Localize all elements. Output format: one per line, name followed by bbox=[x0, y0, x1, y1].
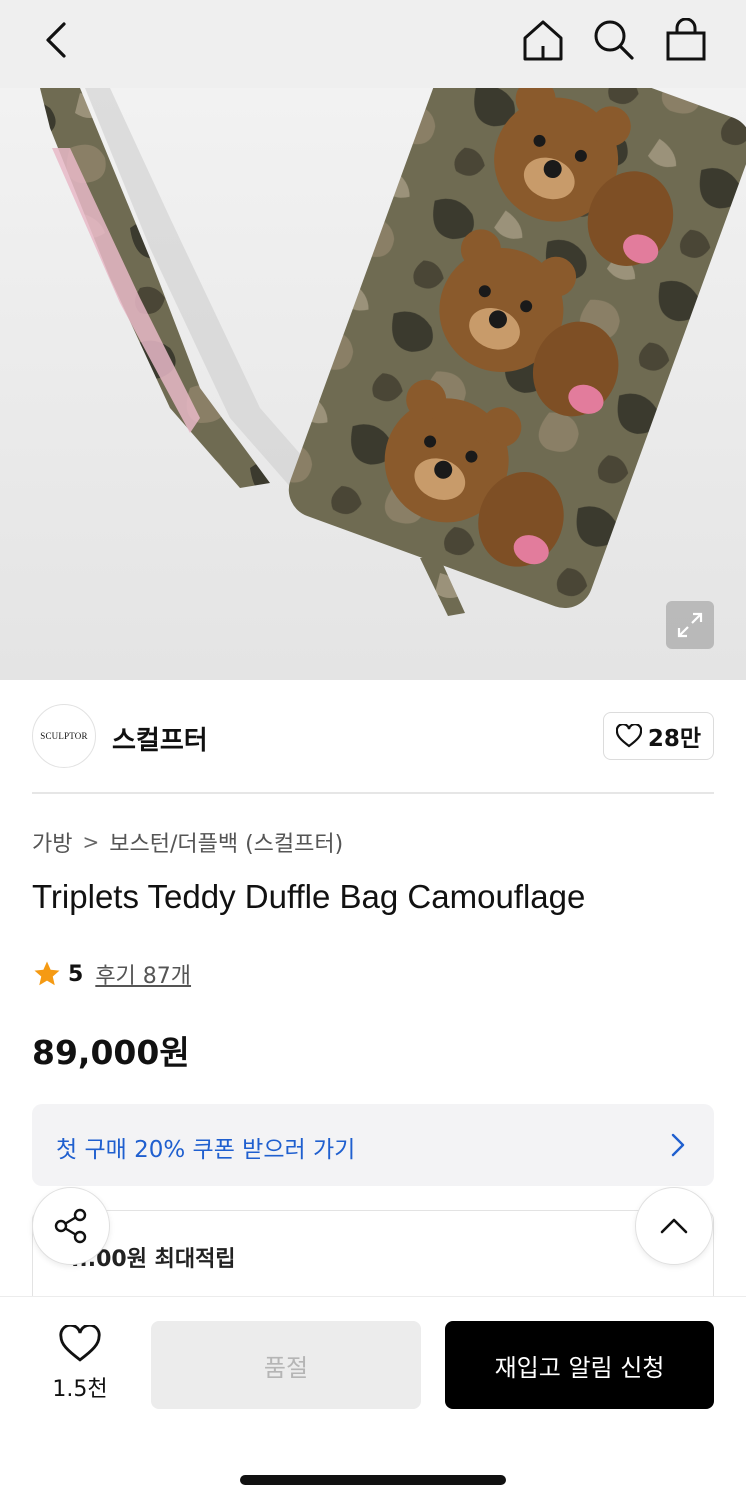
share-icon bbox=[54, 1208, 87, 1244]
product-title: Triplets Teddy Duffle Bag Camouflage bbox=[32, 878, 586, 915]
home-icon bbox=[523, 20, 563, 61]
share-button[interactable] bbox=[32, 1187, 110, 1265]
brand-like-button[interactable]: 28만 bbox=[602, 712, 714, 760]
brand-logo-text: SCULPTOR bbox=[40, 731, 88, 741]
product-photo bbox=[40, 88, 746, 616]
expand-image-button[interactable] bbox=[666, 601, 714, 649]
home-indicator bbox=[240, 1475, 506, 1485]
home-button[interactable] bbox=[515, 12, 571, 68]
shopping-bag-icon bbox=[666, 18, 706, 61]
wishlist-button[interactable]: 1.5천 bbox=[40, 1323, 120, 1403]
restock-alert-button[interactable]: 재입고 알림 신청 bbox=[445, 1321, 714, 1409]
heart-icon bbox=[59, 1323, 101, 1362]
divider bbox=[32, 792, 714, 794]
brand-like-count: 28만 bbox=[647, 726, 701, 752]
bottom-action-bar: 1.5천 품절 재입고 알림 신청 bbox=[0, 1296, 746, 1500]
brand-logo[interactable]: SCULPTOR bbox=[32, 704, 96, 768]
brand-row: SCULPTOR 스컬프터 28만 bbox=[32, 704, 714, 768]
chevron-left-icon bbox=[46, 22, 66, 58]
search-button[interactable] bbox=[586, 12, 642, 68]
cart-button[interactable] bbox=[658, 12, 714, 68]
coupon-banner[interactable]: 첫 구매 20% 쿠폰 받으러 가기 bbox=[32, 1104, 714, 1186]
coupon-text: 첫 구매 20% 쿠폰 받으러 가기 bbox=[56, 1137, 356, 1163]
brand-name[interactable]: 스컬프터 bbox=[112, 720, 208, 757]
breadcrumb: 가방 > 보스턴/더플백 (스컬프터) bbox=[32, 826, 343, 858]
product-price: 89,000원 bbox=[32, 1033, 190, 1072]
chevron-right-icon bbox=[671, 1133, 685, 1157]
rating-score: 5 bbox=[68, 961, 84, 987]
breadcrumb-separator: > bbox=[82, 830, 100, 854]
top-app-bar bbox=[0, 0, 746, 88]
breadcrumb-category[interactable]: 가방 bbox=[32, 826, 72, 858]
chevron-up-icon bbox=[660, 1218, 688, 1234]
expand-icon bbox=[677, 612, 703, 638]
scroll-to-top-button[interactable] bbox=[635, 1187, 713, 1265]
breadcrumb-subcategory[interactable]: 보스턴/더플백 (스컬프터) bbox=[109, 826, 343, 858]
product-image[interactable] bbox=[0, 88, 746, 680]
search-icon bbox=[594, 20, 634, 60]
wishlist-count: 1.5천 bbox=[52, 1377, 108, 1402]
soldout-button[interactable]: 품절 bbox=[151, 1321, 421, 1409]
rating-row: 5 후기 87개 bbox=[32, 958, 191, 990]
back-button[interactable] bbox=[28, 12, 84, 68]
heart-icon bbox=[615, 724, 642, 748]
star-icon bbox=[34, 961, 60, 986]
review-count-link[interactable]: 후기 87개 bbox=[95, 958, 191, 990]
